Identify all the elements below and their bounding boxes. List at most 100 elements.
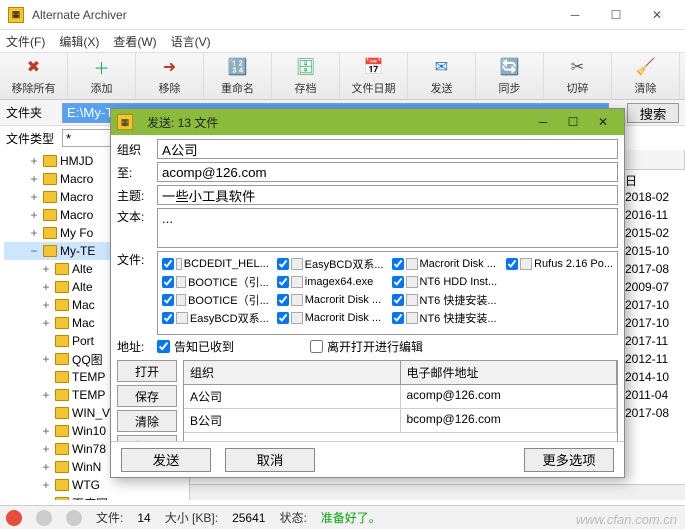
file-item[interactable]: imagex64.exe [277,274,384,290]
dialog-cancel-button[interactable]: 取消 [225,448,315,472]
sync-button-icon: 🔄 [499,56,521,78]
leave-open-checkbox[interactable]: 离开打开进行编辑 [310,338,423,355]
subject-input[interactable] [157,185,618,205]
expand-icon[interactable]: + [40,424,52,438]
tree-item-label: My-TE [60,244,95,258]
tree-item-label: HMJD [60,154,93,168]
folder-icon [43,173,57,185]
addr-email-cell: acomp@126.com [401,385,618,408]
menu-lang[interactable]: 语言(V) [171,33,211,50]
remove-all-button[interactable]: ✖移除所有 [0,53,68,99]
tree-item[interactable]: +百度网 [4,494,189,500]
search-button[interactable]: 搜索 [627,103,679,123]
folder-icon [55,371,69,383]
file-item[interactable]: BOOTICE（引... [162,274,269,290]
folder-icon [55,425,69,437]
file-item[interactable]: NT6 HDD Inst... [392,274,499,290]
pause-icon[interactable] [36,510,52,526]
file-item[interactable]: Macrorit Disk ... [277,310,384,326]
file-item[interactable] [506,292,613,308]
file-item-label: BOOTICE（引... [188,292,269,308]
dialog-more-button[interactable]: 更多选项 [524,448,614,472]
addr-email-cell: bcomp@126.com [401,409,618,432]
expand-icon[interactable]: + [40,298,52,312]
archive-button[interactable]: 🗄存档 [272,53,340,99]
filedate-button[interactable]: 📅文件日期 [340,53,408,99]
clear-button[interactable]: 清除 [117,410,177,432]
stop-icon[interactable] [6,510,22,526]
file-item[interactable]: Rufus 2.16 Po... [506,256,613,272]
file-icon [176,258,182,270]
shred-button[interactable]: ✂切碎 [544,53,612,99]
maximize-button[interactable]: ☐ [596,3,636,27]
address-row[interactable]: A公司acomp@126.com [184,385,617,409]
file-item[interactable]: EasyBCD双系... [277,256,384,272]
files-label: 文件: [117,251,151,268]
file-item[interactable]: BCDEDIT_HEL... [162,256,269,272]
status-size-value: 25641 [232,511,265,525]
menu-edit[interactable]: 编辑(X) [59,33,99,50]
address-row[interactable]: B公司bcomp@126.com [184,409,617,433]
expand-icon[interactable]: + [40,478,52,492]
menu-view[interactable]: 查看(W) [113,33,156,50]
sync-button[interactable]: 🔄同步 [476,53,544,99]
expand-icon[interactable]: + [40,388,52,402]
open-button[interactable]: 打开 [117,360,177,382]
org-input[interactable] [157,139,618,159]
file-item[interactable] [506,274,613,290]
expand-icon[interactable]: + [40,352,52,366]
file-item[interactable]: EasyBCD双系... [162,310,269,326]
play-icon[interactable] [66,510,82,526]
dialog-close-button[interactable]: ✕ [588,112,618,132]
expand-icon[interactable]: + [40,316,52,330]
file-item[interactable] [506,310,613,326]
file-item-label: NT6 快捷安装... [420,310,497,326]
dialog-icon: ▦ [117,114,133,130]
expand-icon[interactable]: + [40,460,52,474]
file-item-label: EasyBCD双系... [305,256,384,272]
dialog-send-button[interactable]: 发送 [121,448,211,472]
address-table[interactable]: 组织 电子邮件地址 A公司acomp@126.comB公司bcomp@126.c… [183,360,618,441]
file-item-label: BOOTICE（引... [188,274,269,290]
remove-button[interactable]: ➜移除 [136,53,204,99]
dialog-maximize-button[interactable]: ☐ [558,112,588,132]
date-cell: 2015-02 [625,224,685,242]
dialog-minimize-button[interactable]: ─ [528,112,558,132]
file-icon [291,294,303,306]
file-item[interactable]: Macrorit Disk ... [392,256,499,272]
notify-checkbox[interactable]: 告知已收到 [157,338,234,355]
clear-button[interactable]: 🧹清除 [612,53,680,99]
send-button[interactable]: ✉发送 [408,53,476,99]
h-scrollbar[interactable] [190,484,685,500]
tree-item-label: TEMP [72,370,105,384]
close-button[interactable]: ✕ [637,3,677,27]
tree-item-label: Win78 [72,442,106,456]
tree-item[interactable]: +WTG [4,476,189,494]
save-button[interactable]: 保存 [117,385,177,407]
file-item[interactable]: Macrorit Disk ... [277,292,384,308]
expand-icon[interactable]: + [40,280,52,294]
rename-button[interactable]: 🔢重命名 [204,53,272,99]
folder-label: 文件夹 [6,104,56,121]
expand-icon[interactable]: + [28,190,40,204]
text-input[interactable]: ... [157,208,618,248]
expand-icon[interactable]: + [28,226,40,240]
expand-icon[interactable]: − [28,244,40,258]
file-item[interactable]: NT6 快捷安装... [392,292,499,308]
expand-icon[interactable]: + [28,208,40,222]
expand-icon[interactable]: + [40,262,52,276]
expand-icon[interactable]: + [40,496,52,500]
add-button[interactable]: ＋添加 [68,53,136,99]
expand-icon[interactable]: + [40,442,52,456]
expand-icon[interactable]: + [28,154,40,168]
minimize-button[interactable]: ─ [555,3,595,27]
titlebar: ▦ Alternate Archiver ─ ☐ ✕ [0,0,685,30]
to-input[interactable] [157,162,618,182]
filetype-input[interactable] [62,129,112,147]
file-item[interactable]: BOOTICE（引... [162,292,269,308]
dialog-titlebar[interactable]: ▦ 发送: 13 文件 ─ ☐ ✕ [111,109,624,135]
file-item[interactable]: NT6 快捷安装... [392,310,499,326]
menu-file[interactable]: 文件(F) [6,33,45,50]
date-cell: 2017-10 [625,296,685,314]
expand-icon[interactable]: + [28,172,40,186]
